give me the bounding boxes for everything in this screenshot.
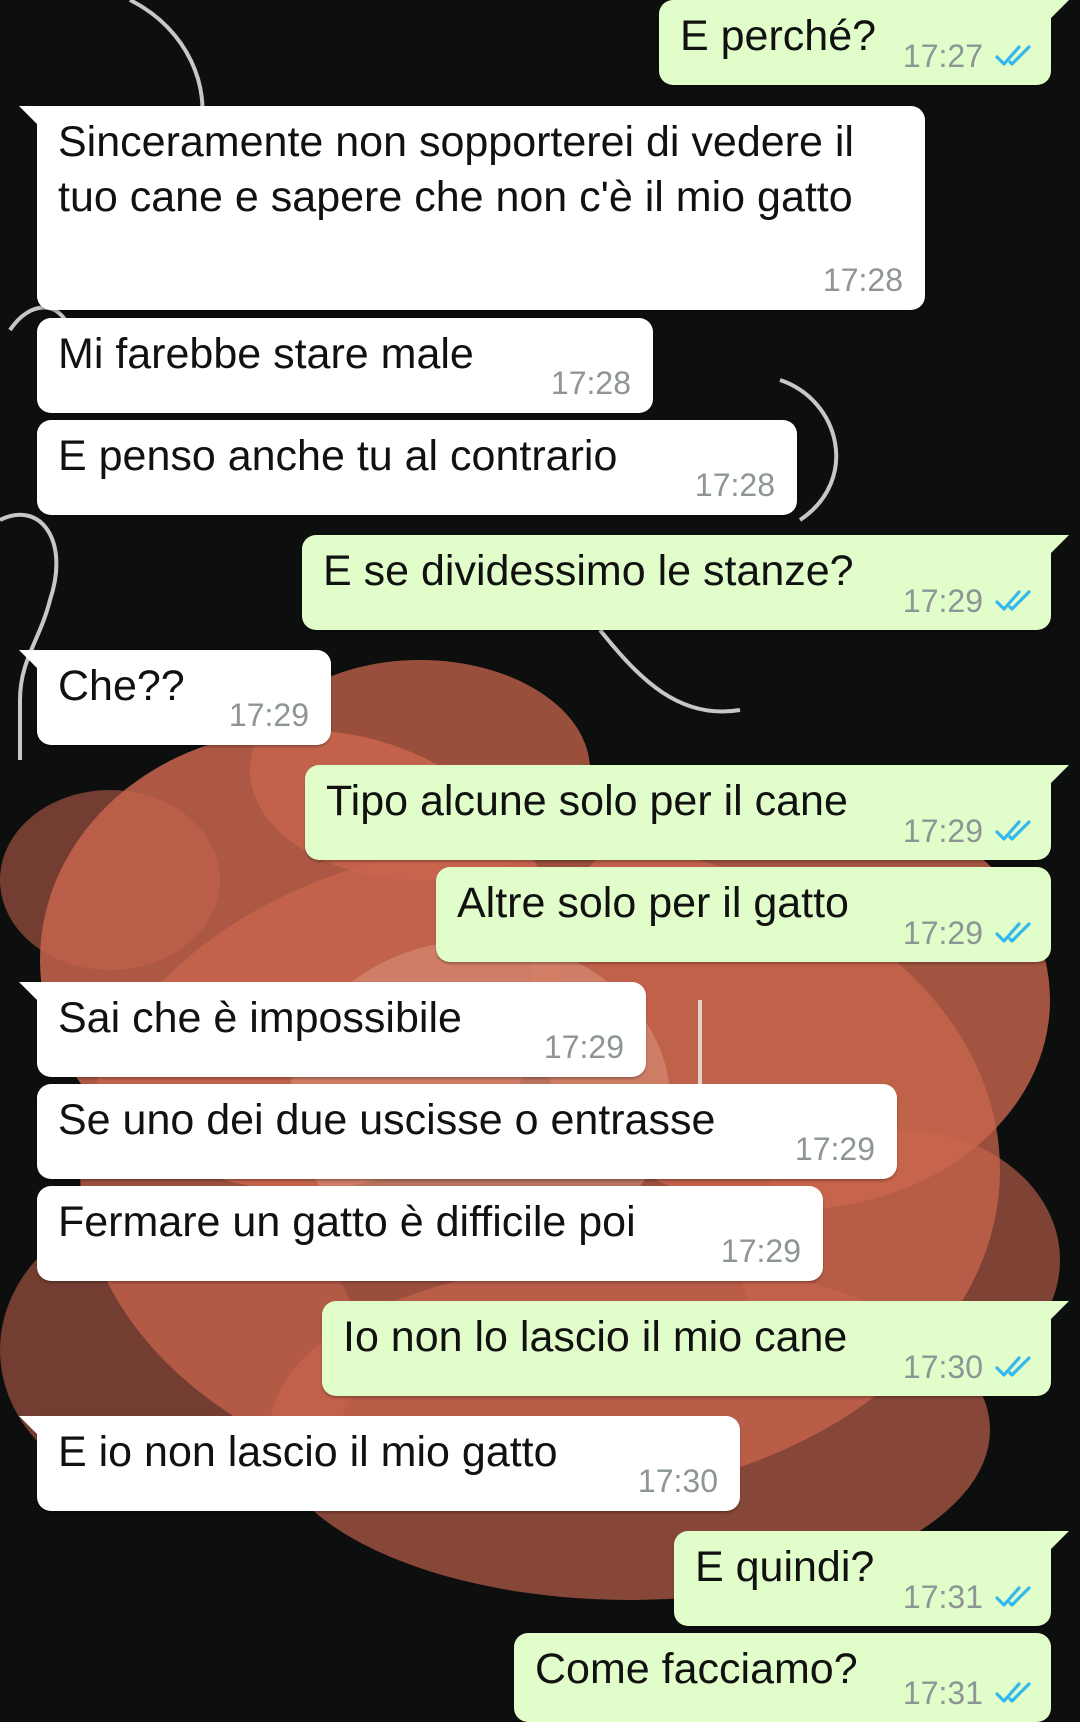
message-text: Mi farebbe stare male [58, 330, 474, 378]
message-text: E se dividessimo le stanze? [323, 547, 854, 595]
message-timestamp: 17:29 [543, 1029, 624, 1065]
incoming-message-bubble[interactable]: Sai che è impossibile 17:29 [19, 982, 646, 1077]
message-text: Io non lo lascio il mio cane [343, 1313, 848, 1361]
outgoing-message-bubble[interactable]: Altre solo per il gatto 17:29 [436, 867, 1051, 962]
message-timestamp: 17:28 [822, 262, 903, 298]
message-text: Tipo alcune solo per il cane [326, 777, 848, 825]
message-timestamp: 17:31 [902, 1675, 983, 1711]
message-text: Sinceramente non sopporterei di vedere i… [58, 118, 854, 221]
bubble-tail [19, 650, 41, 672]
message-text: E perché? [680, 12, 877, 60]
outgoing-message-bubble[interactable]: E perché? 17:27 [659, 0, 1069, 85]
message-timestamp: 17:29 [902, 813, 983, 849]
message-timestamp: 17:29 [902, 915, 983, 951]
message-timestamp: 17:28 [694, 467, 775, 503]
message-timestamp: 17:29 [794, 1131, 875, 1167]
bubble-tail [1047, 1301, 1069, 1323]
message-text: E quindi? [695, 1543, 875, 1591]
message-text: Che?? [58, 662, 185, 710]
incoming-message-bubble[interactable]: Fermare un gatto è difficile poi 17:29 [37, 1186, 823, 1281]
outgoing-message-bubble[interactable]: Io non lo lascio il mio cane 17:30 [322, 1301, 1069, 1396]
message-timestamp: 17:27 [902, 38, 983, 74]
message-text: Altre solo per il gatto [457, 879, 849, 927]
message-text: E io non lascio il mio gatto [58, 1428, 558, 1476]
message-timestamp: 17:29 [720, 1233, 801, 1269]
incoming-message-bubble[interactable]: Che?? 17:29 [19, 650, 331, 745]
bubble-tail [19, 1416, 41, 1438]
outgoing-message-bubble[interactable]: Tipo alcune solo per il cane 17:29 [305, 765, 1069, 860]
message-text: Come facciamo? [535, 1645, 858, 1693]
bubble-tail [1047, 535, 1069, 557]
bubble-tail [1047, 765, 1069, 787]
read-double-check-icon [995, 922, 1031, 943]
message-timestamp: 17:29 [902, 583, 983, 619]
outgoing-message-bubble[interactable]: Come facciamo? 17:31 [514, 1633, 1051, 1722]
incoming-message-bubble[interactable]: E penso anche tu al contrario 17:28 [37, 420, 797, 515]
bubble-tail [19, 106, 41, 128]
message-timestamp: 17:29 [228, 697, 309, 733]
outgoing-message-bubble[interactable]: E se dividessimo le stanze? 17:29 [302, 535, 1069, 630]
message-text: Fermare un gatto è difficile poi [58, 1198, 636, 1246]
message-timestamp: 17:31 [902, 1579, 983, 1615]
message-text: Se uno dei due uscisse o entrasse [58, 1096, 716, 1144]
read-double-check-icon [995, 1586, 1031, 1607]
message-text: Sai che è impossibile [58, 994, 462, 1042]
message-timestamp: 17:30 [637, 1463, 718, 1499]
message-timestamp: 17:30 [902, 1349, 983, 1385]
read-double-check-icon [995, 820, 1031, 841]
bubble-tail [19, 982, 41, 1004]
incoming-message-bubble[interactable]: Se uno dei due uscisse o entrasse 17:29 [37, 1084, 897, 1179]
incoming-message-bubble[interactable]: Mi farebbe stare male 17:28 [37, 318, 653, 413]
message-timestamp: 17:28 [550, 365, 631, 401]
read-double-check-icon [995, 1682, 1031, 1703]
read-double-check-icon [995, 590, 1031, 611]
message-text: E penso anche tu al contrario [58, 432, 618, 480]
incoming-message-bubble[interactable]: Sinceramente non sopporterei di vedere i… [19, 106, 925, 310]
bubble-tail [1047, 1531, 1069, 1553]
read-double-check-icon [995, 1356, 1031, 1377]
incoming-message-bubble[interactable]: E io non lascio il mio gatto 17:30 [19, 1416, 740, 1511]
bubble-tail [1047, 0, 1069, 22]
read-double-check-icon [995, 45, 1031, 66]
outgoing-message-bubble[interactable]: E quindi? 17:31 [674, 1531, 1069, 1626]
